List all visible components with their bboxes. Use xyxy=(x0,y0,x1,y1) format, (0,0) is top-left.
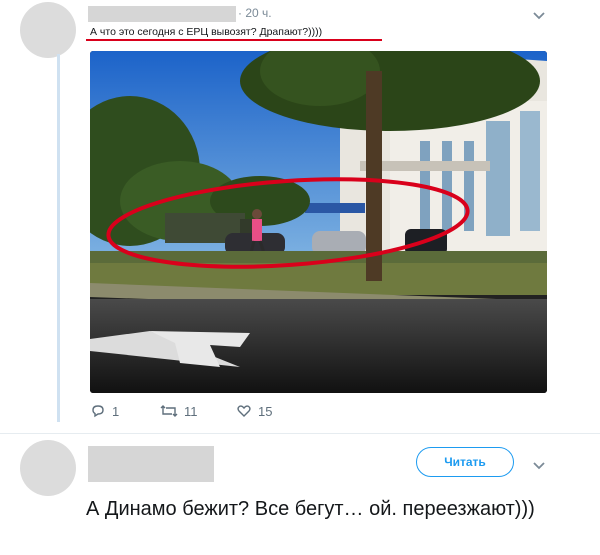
reply-text: А Динамо бежит? Все бегут… ой. переезжаю… xyxy=(86,498,535,520)
reply-avatar[interactable] xyxy=(20,440,76,496)
tweet-text: А что это сегодня с ЕРЦ вывозят? Драпают… xyxy=(90,26,323,38)
reply-menu-chevron-down-icon[interactable] xyxy=(532,458,546,470)
reply-count: 1 xyxy=(112,403,120,419)
like-action[interactable]: 15 xyxy=(236,403,272,419)
follow-button[interactable]: Читать xyxy=(416,447,514,477)
retweet-count: 11 xyxy=(184,403,198,419)
reply-icon xyxy=(92,405,104,418)
author-name-redacted[interactable] xyxy=(88,6,236,22)
reply-author-name-redacted[interactable] xyxy=(88,446,214,482)
retweet-icon xyxy=(160,405,178,417)
tweet-menu-chevron-down-icon[interactable] xyxy=(532,8,546,20)
like-count: 15 xyxy=(258,403,273,419)
tweet-timestamp[interactable]: · 20 ч. xyxy=(238,6,272,20)
red-underline-annotation xyxy=(86,39,382,41)
thread-line xyxy=(57,54,60,422)
avatar[interactable] xyxy=(20,2,76,58)
reply-action[interactable]: 1 xyxy=(90,403,119,419)
tweet-photo[interactable] xyxy=(90,51,547,393)
divider xyxy=(0,433,600,434)
retweet-action[interactable]: 11 xyxy=(160,403,198,419)
heart-icon xyxy=(237,405,251,417)
